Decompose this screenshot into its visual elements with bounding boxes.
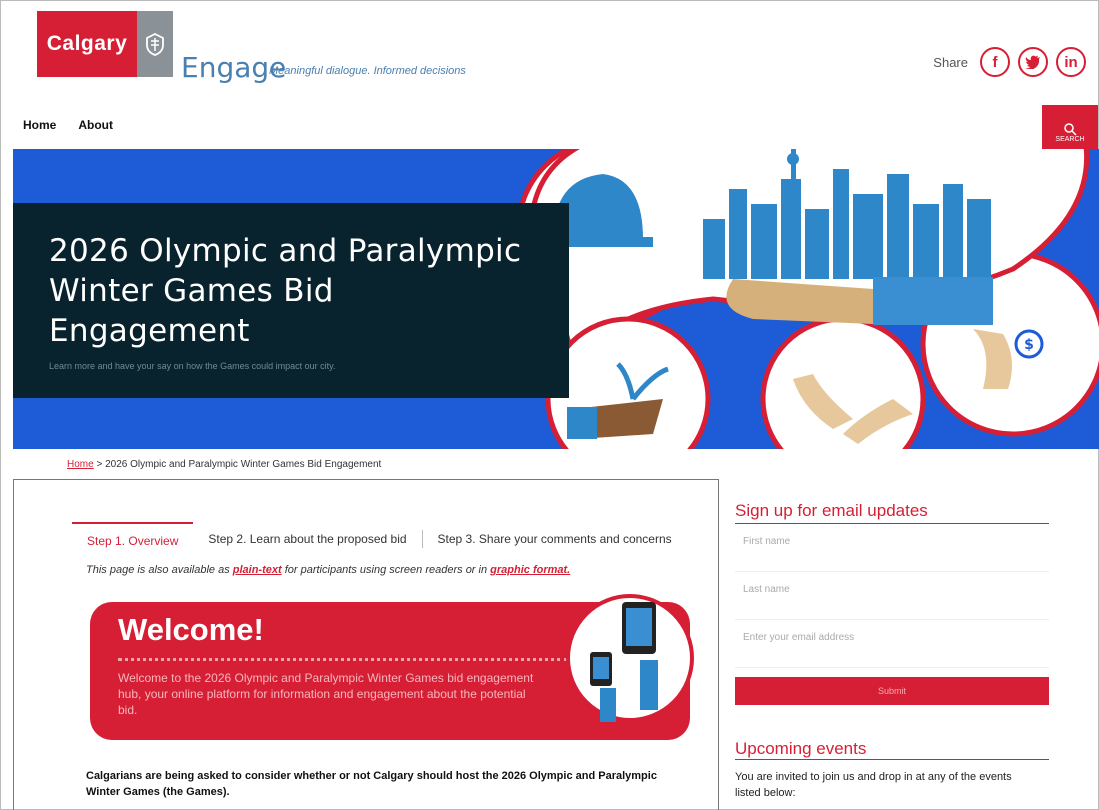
- step-tabs: Step 1. Overview Step 2. Learn about the…: [72, 522, 687, 556]
- phone-illustration-icon: [566, 594, 694, 722]
- search-label: SEARCH: [1055, 136, 1085, 143]
- city-crest-icon: [137, 11, 173, 77]
- tab-step-1[interactable]: Step 1. Overview: [72, 522, 194, 556]
- breadcrumb: Home > 2026 Olympic and Paralympic Winte…: [67, 459, 381, 470]
- hero-text-box: 2026 Olympic and Paralympic Winter Games…: [13, 203, 569, 398]
- signup-heading: Sign up for email updates: [735, 501, 1049, 524]
- welcome-banner: Welcome! Welcome to the 2026 Olympic and…: [90, 594, 694, 740]
- intro-paragraph: Calgarians are being asked to consider w…: [86, 770, 657, 798]
- tab-step-3[interactable]: Step 3. Share your comments and concerns: [423, 522, 687, 556]
- linkedin-icon[interactable]: in: [1056, 47, 1086, 77]
- signup-form: Sign up for email updates First name Las…: [735, 501, 1049, 705]
- events-text: You are invited to join us and drop in a…: [735, 771, 1012, 799]
- welcome-text: Welcome to the 2026 Olympic and Paralymp…: [118, 671, 534, 717]
- share-label: Share: [933, 54, 968, 70]
- graphic-format-link[interactable]: graphic format.: [490, 564, 570, 576]
- availability-note: This page is also available as plain-tex…: [86, 564, 570, 576]
- plain-text-link[interactable]: plain-text: [233, 564, 282, 576]
- tagline: Meaningful dialogue. Informed decisions: [269, 65, 466, 77]
- search-button[interactable]: SEARCH: [1042, 105, 1098, 149]
- twitter-icon[interactable]: [1018, 47, 1048, 77]
- nav-item-about[interactable]: About: [78, 118, 113, 132]
- email-field[interactable]: Enter your email address: [735, 628, 1049, 668]
- last-name-field[interactable]: Last name: [735, 580, 1049, 620]
- first-name-field[interactable]: First name: [735, 532, 1049, 572]
- breadcrumb-home-link[interactable]: Home: [67, 459, 94, 470]
- events-heading: Upcoming events: [735, 739, 1049, 760]
- availability-middle: for participants using screen readers or…: [281, 564, 491, 576]
- page: Calgary Engage Meaningful dialogue. Info…: [0, 0, 1099, 810]
- facebook-icon[interactable]: f: [980, 47, 1010, 77]
- breadcrumb-separator: >: [96, 459, 103, 470]
- svg-text:$: $: [1024, 337, 1034, 353]
- hero-subtitle: Learn more and have your say on how the …: [49, 361, 336, 371]
- welcome-title: Welcome!: [118, 612, 264, 647]
- share-bar: Share f in: [933, 47, 1086, 77]
- submit-button[interactable]: Submit: [735, 677, 1049, 705]
- hero-banner: $ 2026 Olympic and Paralympic Winter Gam…: [13, 149, 1099, 449]
- dotted-divider: [118, 658, 568, 661]
- hero-title: 2026 Olympic and Paralympic Winter Games…: [49, 233, 522, 349]
- tab-step-2[interactable]: Step 2. Learn about the proposed bid: [193, 522, 421, 556]
- main-content: Step 1. Overview Step 2. Learn about the…: [13, 479, 719, 810]
- main-nav: Home About: [23, 118, 113, 132]
- breadcrumb-current: 2026 Olympic and Paralympic Winter Games…: [105, 459, 382, 470]
- logo-text: Calgary: [46, 32, 128, 55]
- search-icon: [1064, 123, 1077, 136]
- nav-item-home[interactable]: Home: [23, 118, 56, 132]
- calgary-logo[interactable]: Calgary: [37, 11, 137, 77]
- availability-prefix: This page is also available as: [86, 564, 233, 576]
